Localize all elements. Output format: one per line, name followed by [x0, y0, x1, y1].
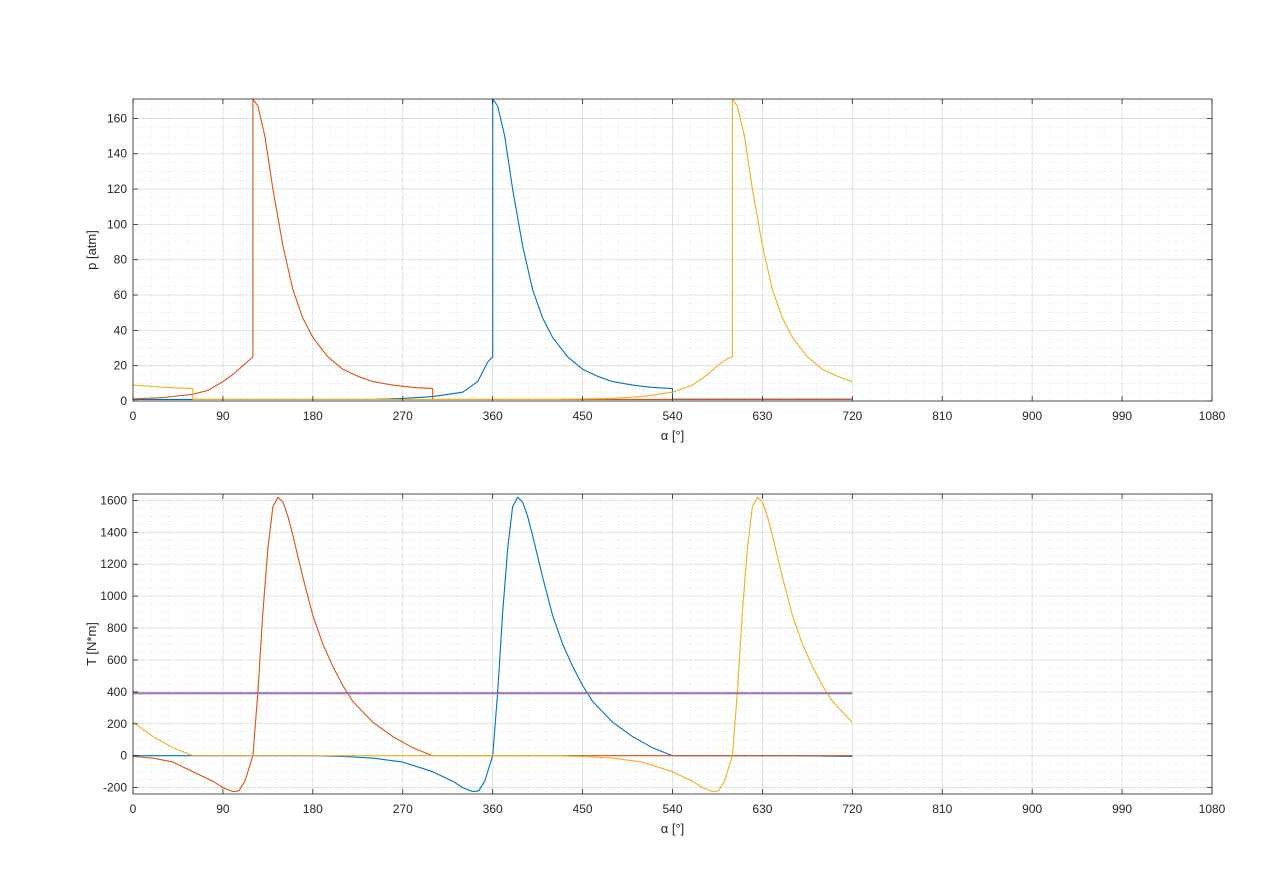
y-tick-label: 120	[107, 182, 127, 196]
y-tick-label: 800	[107, 621, 127, 635]
x-axis-label: α [°]	[661, 428, 685, 443]
y-tick-label: 0	[120, 749, 127, 763]
x-tick-label: 90	[216, 409, 230, 423]
x-tick-label: 810	[932, 409, 952, 423]
x-tick-label: 540	[662, 409, 682, 423]
pressure-axes: 0 90 180 270 360 450 540 630 720 810 900 990 1080 0 20…	[84, 98, 1226, 443]
y-axis-label: T [N*m]	[84, 622, 99, 666]
x-tick-label: 900	[1022, 409, 1042, 423]
y-tick-label: 40	[114, 323, 128, 337]
y-tick-label: 400	[107, 685, 127, 699]
y-tick-label: 100	[107, 217, 127, 231]
x-tick-label: 180	[303, 802, 323, 816]
figure: 0 90 180 270 360 450 540 630 720 810 900 990 1080020…	[84, 98, 1226, 836]
x-tick-label: 360	[483, 409, 503, 423]
y-tick-label: 1200	[100, 557, 127, 571]
y-tick-label: 140	[107, 147, 127, 161]
y-tick-label: -200	[103, 781, 127, 795]
x-tick-label: 180	[303, 409, 323, 423]
y-tick-label: 1000	[100, 589, 127, 603]
x-tick-label: 990	[1112, 409, 1132, 423]
y-tick-label: 200	[107, 717, 127, 731]
x-tick-label: 900	[1022, 802, 1042, 816]
x-tick-label: 630	[752, 409, 772, 423]
x-axis-label: α [°]	[661, 821, 685, 836]
x-tick-label: 450	[573, 409, 593, 423]
x-tick-label: 990	[1112, 802, 1132, 816]
y-tick-label: 600	[107, 653, 127, 667]
y-axis-label: p [atm]	[84, 230, 99, 270]
x-tick-label: 1080	[1199, 409, 1226, 423]
y-tick-label: 160	[107, 111, 127, 125]
x-tick-label: 0	[130, 409, 137, 423]
y-tick-label: 1600	[100, 493, 127, 507]
x-tick-label: 360	[483, 802, 503, 816]
x-tick-label: 720	[842, 409, 862, 423]
x-tick-label: 630	[752, 802, 772, 816]
y-tick-label: 60	[114, 288, 128, 302]
y-tick-label: 0	[120, 394, 127, 408]
y-tick-label: 20	[114, 359, 128, 373]
y-tick-label: 80	[114, 253, 128, 267]
x-tick-label: 720	[842, 802, 862, 816]
x-tick-label: 270	[393, 409, 413, 423]
x-tick-label: 270	[393, 802, 413, 816]
x-tick-label: 90	[216, 802, 230, 816]
x-tick-label: 810	[932, 802, 952, 816]
x-tick-label: 0	[130, 802, 137, 816]
torque-axes: 0 90 180 270 360 450 540 630 720 810 900 990 1080 -20…	[84, 493, 1226, 836]
x-tick-label: 1080	[1199, 802, 1226, 816]
x-tick-label: 540	[662, 802, 682, 816]
y-tick-label: 1400	[100, 525, 127, 539]
x-tick-label: 450	[573, 802, 593, 816]
